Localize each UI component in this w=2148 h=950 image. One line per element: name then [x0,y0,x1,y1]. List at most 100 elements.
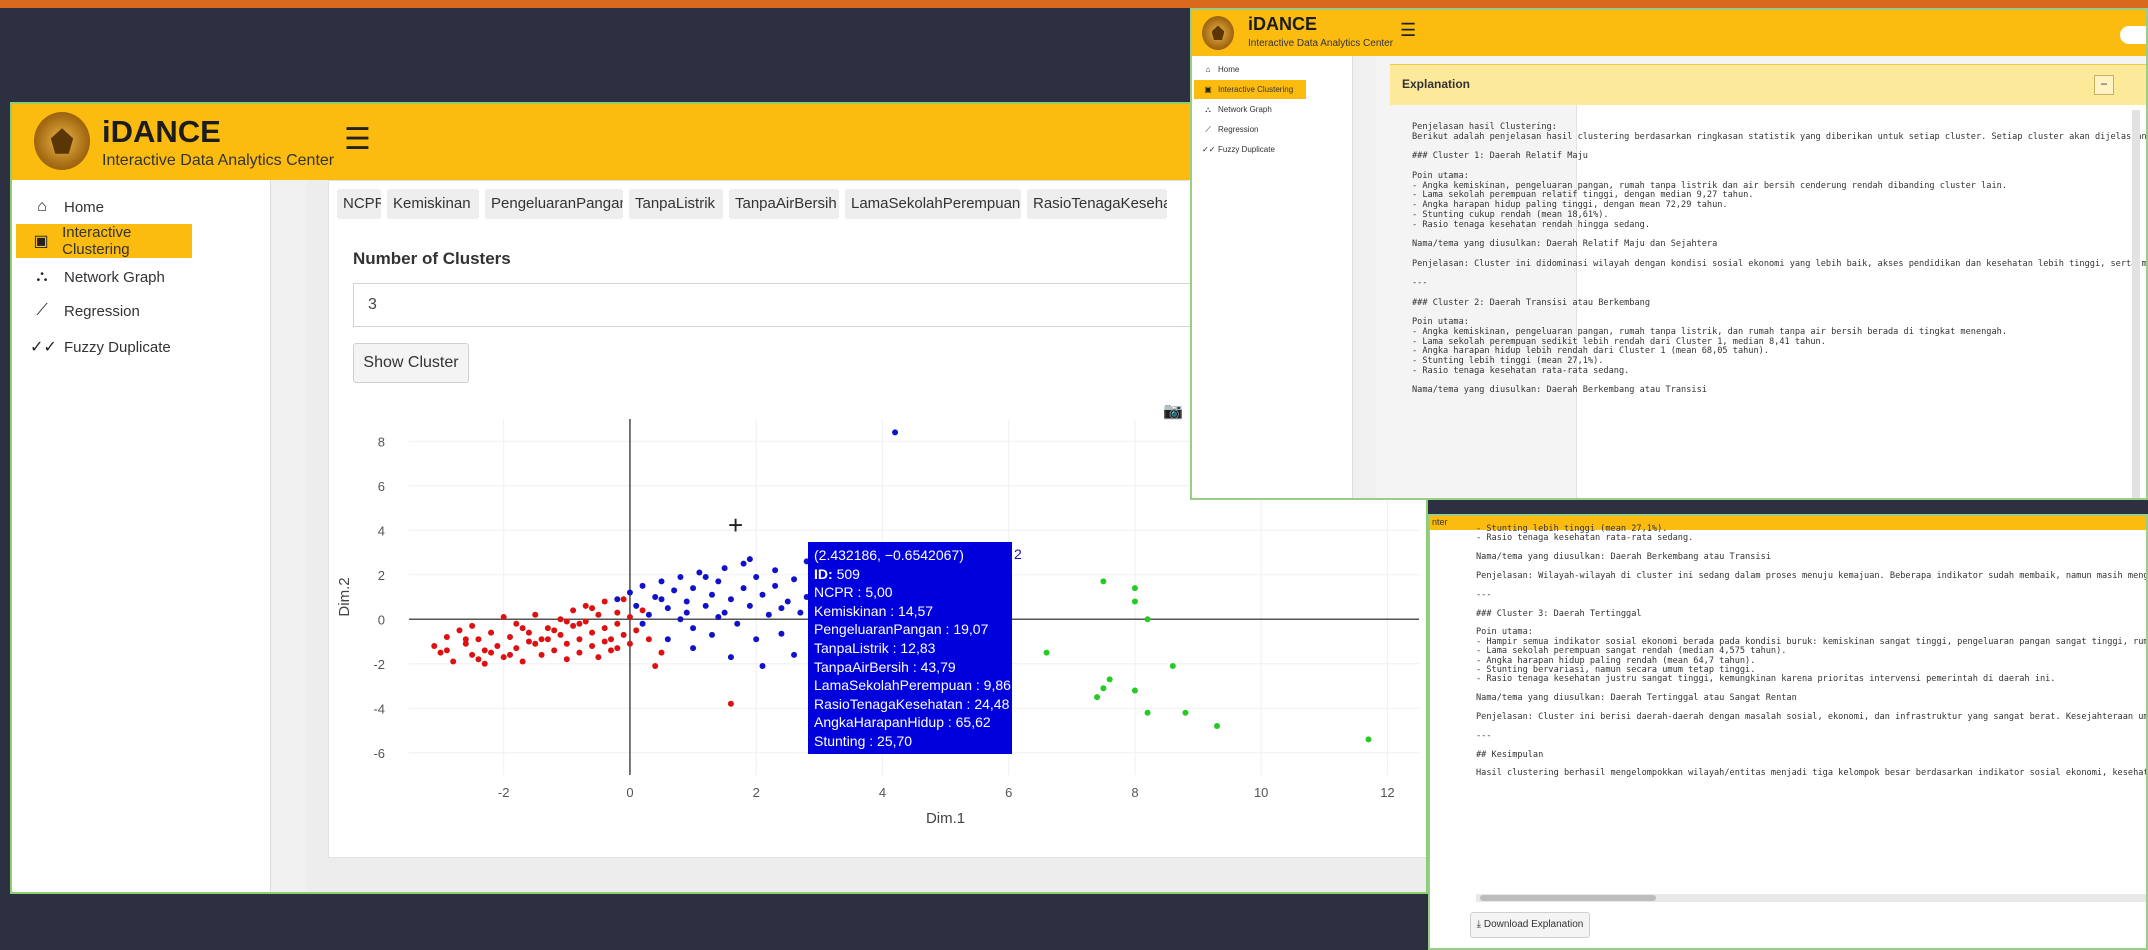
data-point-cluster-1[interactable] [608,636,614,643]
nav-item-home[interactable]: ⌂ Home [16,190,192,224]
hamburger-menu-icon-small[interactable]: ☰ [1400,20,1416,41]
small-nav-item-regression[interactable]: ⟋ Regression [1194,120,1306,139]
data-point-cluster-1[interactable] [563,618,570,625]
variable-chip[interactable]: TanpaAirBersih [729,189,839,219]
data-point-cluster-2[interactable] [791,576,798,583]
small-nav-item-fuzzy-duplicate[interactable]: ✓✓ Fuzzy Duplicate [1194,140,1306,159]
data-point-cluster-2[interactable] [740,560,747,567]
data-point-cluster-2[interactable] [765,611,772,618]
data-point-cluster-2[interactable] [772,582,779,589]
data-point-cluster-3[interactable] [1144,709,1151,716]
data-point-cluster-1[interactable] [563,656,570,663]
scrollbar-thumb[interactable] [1480,895,1656,901]
data-point-cluster-1[interactable] [488,649,495,656]
data-point-cluster-2[interactable] [639,620,646,627]
data-point-cluster-2[interactable] [759,591,766,598]
data-point-cluster-1[interactable] [450,658,457,665]
data-point-cluster-1[interactable] [525,629,532,636]
data-point-cluster-1[interactable] [608,647,614,654]
data-point-cluster-1[interactable] [570,607,577,614]
data-point-cluster-2[interactable] [626,589,633,596]
download-explanation-button[interactable]: ⤓ Download Explanation [1470,912,1590,938]
data-point-cluster-1[interactable] [557,631,564,638]
data-point-cluster-3[interactable] [1100,578,1107,585]
data-point-cluster-2[interactable] [702,573,709,580]
data-point-cluster-2[interactable] [614,596,621,603]
data-point-cluster-1[interactable] [456,627,463,634]
data-point-cluster-1[interactable] [601,638,608,645]
data-point-cluster-2[interactable] [746,602,753,609]
data-point-cluster-1[interactable] [589,629,596,636]
data-point-cluster-2[interactable] [645,611,652,618]
data-point-cluster-2[interactable] [772,567,779,574]
data-point-cluster-2[interactable] [671,587,678,594]
data-point-cluster-1[interactable] [437,649,444,656]
data-point-cluster-2[interactable] [892,429,899,436]
data-point-cluster-1[interactable] [443,634,450,641]
data-point-cluster-2[interactable] [734,620,741,627]
data-point-cluster-2[interactable] [759,662,766,669]
small-nav-item-interactive-clustering[interactable]: ▣ Interactive Clustering [1194,80,1306,99]
data-point-cluster-3[interactable] [1100,685,1107,692]
data-point-cluster-1[interactable] [551,627,558,634]
data-point-cluster-1[interactable] [658,649,665,656]
data-point-cluster-2[interactable] [683,609,690,616]
data-point-cluster-1[interactable] [570,622,577,629]
data-point-cluster-2[interactable] [690,645,697,652]
data-point-cluster-2[interactable] [639,582,646,589]
data-point-cluster-2[interactable] [721,565,728,572]
data-point-cluster-2[interactable] [740,585,747,592]
data-point-cluster-1[interactable] [620,596,627,603]
data-point-cluster-2[interactable] [690,625,697,632]
variable-chip[interactable]: LamaSekolahPerempuan [845,189,1021,219]
variable-chip[interactable]: TanpaListrik [629,189,723,219]
data-point-cluster-2[interactable] [727,654,734,661]
data-point-cluster-2[interactable] [715,578,722,585]
variable-chip[interactable]: NCPR [337,189,381,219]
horizontal-scrollbar[interactable] [1476,894,2146,902]
data-point-cluster-3[interactable] [1043,649,1050,656]
show-cluster-button[interactable]: Show Cluster [353,343,469,383]
data-point-cluster-3[interactable] [1106,676,1113,683]
data-point-cluster-3[interactable] [1131,585,1138,592]
data-point-cluster-1[interactable] [576,620,583,627]
data-point-cluster-1[interactable] [513,645,520,652]
data-point-cluster-1[interactable] [601,598,608,605]
data-point-cluster-1[interactable] [500,614,507,621]
data-point-cluster-2[interactable] [664,636,671,643]
data-point-cluster-2[interactable] [791,651,798,658]
data-point-cluster-1[interactable] [513,620,520,627]
data-point-cluster-1[interactable] [595,654,602,661]
data-point-cluster-1[interactable] [469,651,476,658]
data-point-cluster-1[interactable] [626,640,633,647]
data-point-cluster-2[interactable] [696,569,703,576]
data-point-cluster-2[interactable] [633,602,640,609]
data-point-cluster-2[interactable] [690,585,697,592]
data-point-cluster-1[interactable] [507,651,513,658]
collapse-button[interactable]: − [2094,75,2114,95]
data-point-cluster-2[interactable] [797,609,804,616]
data-point-cluster-1[interactable] [614,620,621,627]
data-point-cluster-1[interactable] [645,636,652,643]
data-point-cluster-1[interactable] [507,634,513,641]
data-point-cluster-1[interactable] [443,647,450,654]
data-point-cluster-1[interactable] [538,651,545,658]
data-point-cluster-3[interactable] [1131,687,1138,694]
data-point-cluster-3[interactable] [1169,662,1176,669]
data-point-cluster-1[interactable] [614,645,621,652]
data-point-cluster-1[interactable] [582,618,589,625]
small-nav-item-network-graph[interactable]: ⛬ Network Graph [1194,100,1306,119]
data-point-cluster-1[interactable] [576,649,583,656]
data-point-cluster-1[interactable] [475,656,482,663]
data-point-cluster-1[interactable] [589,642,596,649]
nav-item-network-graph[interactable]: ⛬ Network Graph [16,260,192,294]
data-point-cluster-1[interactable] [626,614,633,621]
data-point-cluster-2[interactable] [778,630,785,637]
data-point-cluster-1[interactable] [633,627,640,634]
data-point-cluster-1[interactable] [519,625,526,632]
hamburger-menu-icon[interactable]: ☰ [344,122,371,157]
data-point-cluster-1[interactable] [532,611,539,618]
data-point-cluster-1[interactable] [500,654,507,661]
data-point-cluster-1[interactable] [494,642,501,649]
data-point-cluster-1[interactable] [601,625,608,632]
